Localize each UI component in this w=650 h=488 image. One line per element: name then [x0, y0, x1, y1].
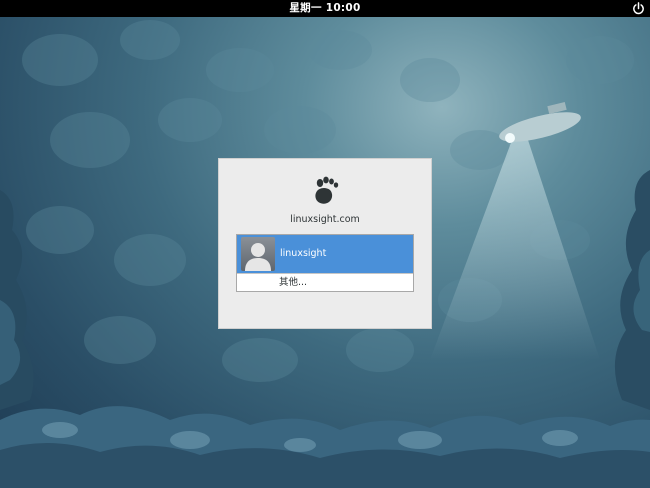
submarine-image [499, 101, 581, 143]
power-icon[interactable] [631, 1, 646, 16]
user-list: linuxsight 其他... [236, 234, 414, 292]
top-bar: 星期一 10:00 [0, 0, 650, 17]
other-user-item[interactable]: 其他... [237, 273, 413, 291]
hostname-label: linuxsight.com [290, 214, 360, 225]
clock[interactable]: 星期一 10:00 [0, 0, 650, 17]
user-list-item[interactable]: linuxsight [237, 235, 413, 273]
user-avatar-icon [245, 243, 271, 271]
user-name: linuxsight [280, 248, 327, 259]
login-dialog: linuxsight.com linuxsight 其他... [218, 158, 432, 329]
login-screen: 星期一 10:00 linuxsight.com linuxsight 其他..… [0, 0, 650, 488]
avatar [241, 237, 275, 271]
gnome-foot-icon [315, 176, 339, 204]
other-user-label: 其他... [279, 277, 308, 288]
